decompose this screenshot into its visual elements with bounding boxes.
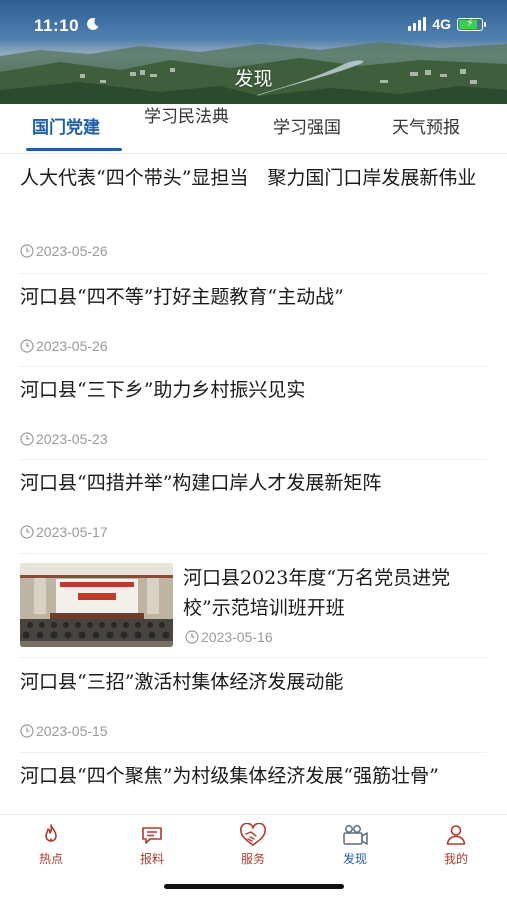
article-date: 2023-05-16 bbox=[185, 629, 273, 645]
meeting-hall-image bbox=[20, 563, 173, 647]
article-date-text: 2023-05-15 bbox=[36, 723, 108, 739]
status-indicators: 4G ⚡ bbox=[408, 16, 486, 32]
nav-label: 我的 bbox=[443, 852, 468, 866]
clock-icon bbox=[20, 724, 34, 738]
message-icon bbox=[142, 827, 162, 844]
article-item[interactable]: 河口县“四措并举”构建口岸人才发展新矩阵 bbox=[20, 468, 487, 498]
moon-icon bbox=[87, 17, 99, 30]
article-title: 河口县“三招”激活村集体经济发展动能 bbox=[20, 671, 344, 693]
tab-xuexi-qiangguo[interactable]: 学习强国 bbox=[273, 116, 341, 140]
nav-label: 发现 bbox=[342, 852, 367, 866]
article-date-text: 2023-05-26 bbox=[36, 338, 108, 354]
video-camera-icon bbox=[343, 825, 368, 845]
article-item[interactable]: 河口县“四不等”打好主题教育“主动战” bbox=[20, 282, 487, 312]
flame-icon bbox=[45, 824, 57, 842]
article-item[interactable]: 河口县2023年度“万名党员进党校”示范培训班开班 bbox=[183, 563, 487, 623]
divider bbox=[20, 366, 487, 367]
page-title: 发现 bbox=[234, 68, 273, 90]
signal-icon bbox=[408, 17, 427, 31]
clock-icon bbox=[20, 339, 34, 353]
article-title: 河口县“四不等”打好主题教育“主动战” bbox=[20, 286, 344, 308]
article-item[interactable]: 河口县“三下乡”助力乡村振兴见实 bbox=[20, 375, 487, 405]
divider bbox=[20, 459, 487, 460]
nav-report[interactable]: 报料 bbox=[117, 823, 187, 867]
article-title: 河口县“四措并举”构建口岸人才发展新矩阵 bbox=[20, 472, 382, 494]
article-item[interactable]: 河口县“三招”激活村集体经济发展动能 bbox=[20, 667, 487, 697]
header-banner: 11:10 4G ⚡ 发现 bbox=[0, 0, 507, 104]
article-date: 2023-05-26 bbox=[20, 338, 108, 354]
article-title: 河口县“三下乡”助力乡村振兴见实 bbox=[20, 379, 306, 401]
nav-profile[interactable]: 我的 bbox=[421, 823, 491, 867]
battery-icon: ⚡ bbox=[457, 17, 486, 31]
tab-weather[interactable]: 天气预报 bbox=[392, 116, 460, 140]
article-item[interactable]: 人大代表“四个带头”显担当 聚力国门口岸发展新伟业 bbox=[20, 163, 487, 193]
article-thumbnail[interactable] bbox=[20, 563, 173, 647]
clock-icon bbox=[20, 525, 34, 539]
tab-civil-code[interactable]: 学习民法典 bbox=[144, 106, 240, 128]
nav-label: 服务 bbox=[240, 852, 265, 866]
clock-icon bbox=[20, 432, 34, 446]
divider bbox=[20, 273, 487, 274]
active-tab-indicator bbox=[26, 148, 122, 151]
tab-party-building[interactable]: 国门党建 bbox=[32, 116, 100, 140]
article-date: 2023-05-26 bbox=[20, 243, 108, 259]
article-date: 2023-05-23 bbox=[20, 431, 108, 447]
article-date-text: 2023-05-26 bbox=[36, 243, 108, 259]
nav-label: 热点 bbox=[38, 852, 63, 866]
status-time: 11:10 bbox=[34, 16, 80, 35]
nav-service[interactable]: 服务 bbox=[218, 823, 288, 867]
category-tabs: 国门党建 学习民法典 学习强国 天气预报 bbox=[0, 104, 507, 154]
article-title: 人大代表“四个带头”显担当 聚力国门口岸发展新伟业 bbox=[20, 167, 477, 189]
clock-icon bbox=[185, 630, 199, 644]
divider bbox=[20, 657, 487, 658]
user-icon bbox=[446, 825, 466, 845]
article-date-text: 2023-05-16 bbox=[201, 629, 273, 645]
article-date: 2023-05-15 bbox=[20, 723, 108, 739]
nav-discover[interactable]: 发现 bbox=[320, 823, 390, 867]
article-date: 2023-05-17 bbox=[20, 524, 108, 540]
clock-icon bbox=[20, 244, 34, 258]
article-title: 河口县“四个聚焦”为村级集体经济发展“强筋壮骨” bbox=[20, 765, 439, 787]
home-indicator bbox=[164, 884, 344, 889]
article-date-text: 2023-05-17 bbox=[36, 524, 108, 540]
handshake-heart-icon bbox=[240, 823, 266, 846]
nav-label: 报料 bbox=[139, 852, 164, 866]
network-type: 4G bbox=[432, 16, 451, 32]
article-title: 河口县2023年度“万名党员进党校”示范培训班开班 bbox=[183, 567, 451, 619]
article-item[interactable]: 河口县“四个聚焦”为村级集体经济发展“强筋壮骨” bbox=[20, 761, 487, 814]
nav-hot[interactable]: 热点 bbox=[16, 823, 86, 867]
divider bbox=[20, 553, 487, 554]
divider bbox=[20, 752, 487, 753]
article-date-text: 2023-05-23 bbox=[36, 431, 108, 447]
